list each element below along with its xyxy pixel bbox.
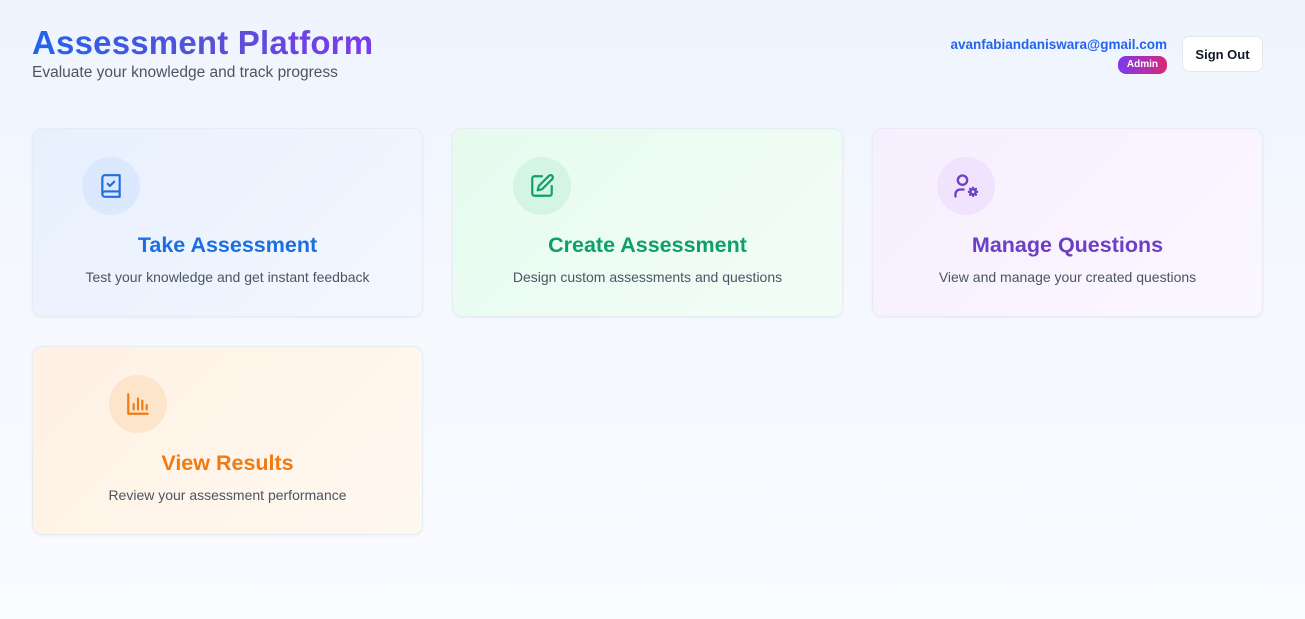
book-check-icon [101, 174, 121, 198]
role-badge: Admin [1117, 56, 1167, 74]
take-assessment-title: Take Assessment [137, 233, 318, 257]
view-results-description: Review your assessment performance [108, 487, 347, 503]
view-results-card[interactable]: View Results Review your assessment perf… [32, 346, 423, 535]
create-assessment-card[interactable]: Create Assessment Design custom assessme… [452, 128, 843, 317]
page-title: Assessment Platform [32, 24, 374, 61]
header: Assessment Platform Evaluate your knowle… [32, 24, 373, 82]
user-cog-icon-circle [937, 157, 995, 215]
bar-chart-icon-circle [109, 375, 167, 433]
manage-questions-description: View and manage your created questions [938, 269, 1197, 285]
user-info: avanfabiandaniswara@gmail.com Admin [950, 37, 1168, 74]
manage-questions-card[interactable]: Manage Questions View and manage your cr… [872, 128, 1263, 317]
edit-icon-circle [513, 157, 571, 215]
create-assessment-title: Create Assessment [548, 233, 747, 257]
take-assessment-description: Test your knowledge and get instant feed… [85, 269, 370, 285]
page: Assessment Platform Evaluate your knowle… [0, 0, 1305, 619]
view-results-title: View Results [161, 451, 294, 475]
edit-icon [531, 174, 554, 197]
take-assessment-card[interactable]: Take Assessment Test your knowledge and … [32, 128, 423, 317]
user-email: avanfabiandaniswara@gmail.com [950, 37, 1168, 52]
user-area: avanfabiandaniswara@gmail.com Admin Sign… [950, 36, 1263, 74]
manage-questions-title: Manage Questions [971, 233, 1164, 257]
bar-chart-icon [127, 393, 149, 415]
book-check-icon-circle [82, 157, 140, 215]
sign-out-button[interactable]: Sign Out [1182, 36, 1263, 72]
user-cog-icon [954, 174, 979, 198]
page-subtitle: Evaluate your knowledge and track progre… [32, 64, 338, 81]
create-assessment-description: Design custom assessments and questions [512, 269, 783, 285]
